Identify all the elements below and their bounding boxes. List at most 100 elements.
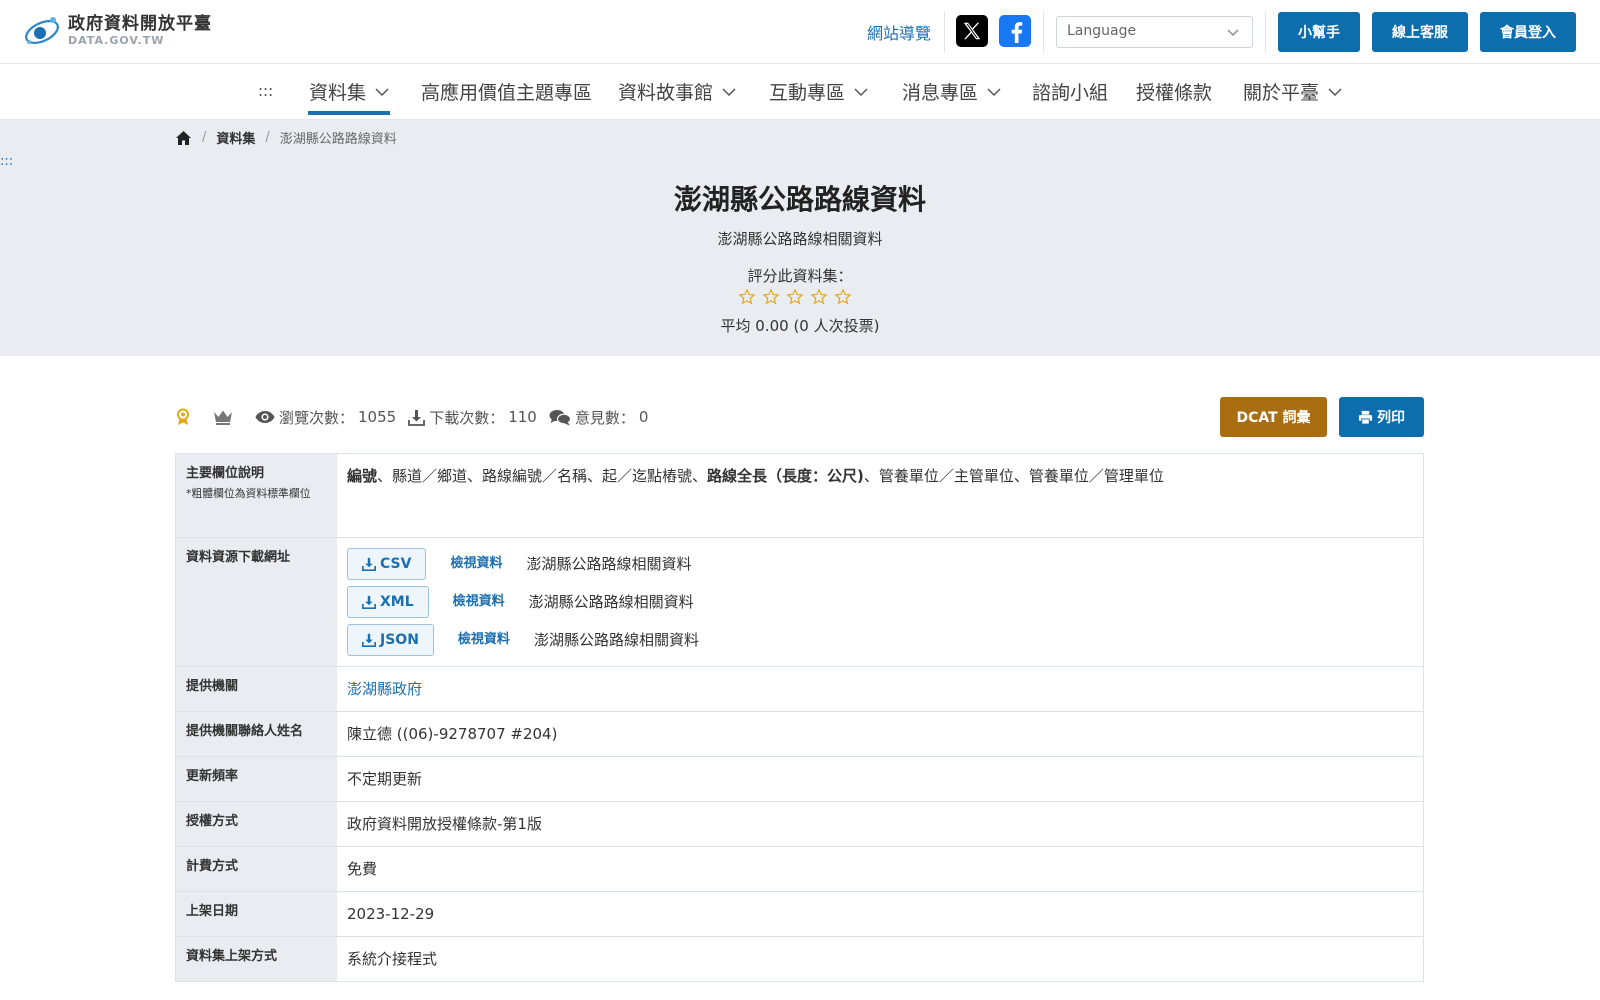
breadcrumb-current: 澎湖縣公路路線資料 xyxy=(279,132,397,147)
field-normal: 、管養單位／主管單位、管養單位／管理單位 xyxy=(863,467,1164,485)
star-icon[interactable] xyxy=(762,288,780,306)
x-twitter-icon[interactable] xyxy=(956,15,988,47)
logo-title: 政府資料開放平臺 xyxy=(68,14,212,34)
download-xml-button[interactable]: XML xyxy=(347,586,429,618)
nav-item-label: 消息專區 xyxy=(902,82,979,104)
print-label: 列印 xyxy=(1377,410,1405,426)
resource-description: 澎湖縣公路路線相關資料 xyxy=(528,593,694,611)
license-value: 政府資料開放授權條款-第1版 xyxy=(347,815,542,833)
nav-item-label: 資料集 xyxy=(309,82,367,104)
page-title: 澎湖縣公路路線資料 xyxy=(673,183,926,216)
view-data-link[interactable]: 檢視資料 xyxy=(458,628,510,652)
resource-item: CSV 檢視資料 澎湖縣公路路線相關資料 xyxy=(347,548,1413,580)
view-data-link[interactable]: 檢視資料 xyxy=(453,590,505,614)
comments-label: 意見數： xyxy=(574,408,635,427)
nav-item-about[interactable]: 關於平臺 xyxy=(1243,78,1343,105)
row-header: 上架日期 xyxy=(176,892,337,936)
nav-item-interactive[interactable]: 互動專區 xyxy=(769,78,869,105)
format-label: JSON xyxy=(380,632,419,648)
star-icon[interactable] xyxy=(738,288,756,306)
crown-icon xyxy=(213,409,237,425)
top-header: 政府資料開放平臺 DATA.GOV.TW 網站導覽 Language 小幫手 線… xyxy=(0,0,1600,64)
format-label: XML xyxy=(380,594,414,610)
breadcrumb-separator: / xyxy=(202,130,207,145)
nav-item-datasets[interactable]: 資料集 xyxy=(309,78,390,105)
download-icon xyxy=(408,409,426,426)
row-header: 計費方式 xyxy=(176,847,337,891)
nav-item-license[interactable]: 授權條款 xyxy=(1136,78,1212,105)
breadcrumb-datasets[interactable]: 資料集 xyxy=(216,128,255,147)
downloads-stat: 下載次數： 110 xyxy=(408,407,537,428)
star-icon[interactable] xyxy=(834,288,852,306)
main-fields-header: 主要欄位說明 xyxy=(186,466,265,481)
member-login-button[interactable]: 會員登入 xyxy=(1480,12,1576,52)
printer-icon xyxy=(1358,410,1373,425)
view-data-link[interactable]: 檢視資料 xyxy=(450,552,502,576)
divider xyxy=(1043,12,1044,52)
nav-item-label: 諮詢小組 xyxy=(1032,82,1109,104)
nav-item-label: 關於平臺 xyxy=(1243,82,1320,104)
resources-value: CSV 檢視資料 澎湖縣公路路線相關資料 XML 檢視資料 澎湖縣公路路線相關資… xyxy=(337,538,1423,666)
print-button[interactable]: 列印 xyxy=(1339,397,1424,437)
divider xyxy=(944,12,945,52)
download-json-button[interactable]: JSON xyxy=(347,624,434,656)
dataset-stats: 瀏覽次數： 1055 下載次數： 110 意見數： 0 xyxy=(175,406,660,428)
logo-mark-icon xyxy=(25,17,59,44)
chevron-down-icon xyxy=(1227,29,1239,36)
table-row: 授權方式 政府資料開放授權條款-第1版 xyxy=(176,802,1423,847)
row-header: 授權方式 xyxy=(176,802,337,846)
language-select[interactable]: Language xyxy=(1056,16,1253,48)
field-standard: 路線全長（長度：公尺) xyxy=(707,467,864,485)
breadcrumb: / 資料集 / 澎湖縣公路路線資料 xyxy=(175,128,397,147)
chevron-down-icon xyxy=(375,87,389,96)
star-icon[interactable] xyxy=(810,288,828,306)
table-row: 提供機關 澎湖縣政府 xyxy=(176,667,1423,712)
facebook-icon[interactable] xyxy=(999,15,1031,47)
row-header: 提供機關聯絡人姓名 xyxy=(176,712,337,756)
provider-agency-link[interactable]: 澎湖縣政府 xyxy=(347,680,422,698)
dataset-info-table: 主要欄位說明 *粗體欄位為資料標準欄位 編號、縣道／鄉道、路線編號／名稱、起／迄… xyxy=(175,453,1424,982)
resource-description: 澎湖縣公路路線相關資料 xyxy=(533,631,699,649)
chevron-down-icon xyxy=(1328,87,1342,96)
chevron-down-icon xyxy=(987,87,1001,96)
downloads-count: 110 xyxy=(508,408,537,426)
star-icon[interactable] xyxy=(786,288,804,306)
dcat-vocabulary-button[interactable]: DCAT 詞彙 xyxy=(1220,397,1327,437)
download-icon xyxy=(362,557,376,571)
row-header: 資料資源下載網址 xyxy=(176,538,337,666)
badge-icon xyxy=(175,408,195,426)
home-icon[interactable] xyxy=(175,130,192,146)
logo-subtitle: DATA.GOV.TW xyxy=(68,34,165,47)
comments-icon xyxy=(549,409,571,425)
update-frequency-value: 不定期更新 xyxy=(347,770,423,788)
comments-count: 0 xyxy=(638,408,649,426)
helper-button[interactable]: 小幫手 xyxy=(1278,12,1360,52)
nav-item-advisory[interactable]: 諮詢小組 xyxy=(1032,78,1108,105)
sitemap-link[interactable]: 網站導覽 xyxy=(867,20,931,44)
rating-label: 評分此資料集： xyxy=(747,267,853,285)
table-row: 上架日期 2023-12-29 xyxy=(176,892,1423,937)
views-count: 1055 xyxy=(358,408,397,426)
row-header: 主要欄位說明 *粗體欄位為資料標準欄位 xyxy=(176,454,337,537)
dataset-hero: / 資料集 / 澎湖縣公路路線資料 ::: 澎湖縣公路路線資料 澎湖縣公路路線相… xyxy=(0,120,1600,356)
download-icon xyxy=(362,633,376,647)
table-row: 更新頻率 不定期更新 xyxy=(176,757,1423,802)
online-support-button[interactable]: 線上客服 xyxy=(1372,12,1468,52)
content-accesskey[interactable]: ::: xyxy=(0,154,13,169)
nav-accesskey[interactable]: ::: xyxy=(258,82,273,100)
nav-item-news[interactable]: 消息專區 xyxy=(902,78,1002,105)
main-fields-note: *粗體欄位為資料標準欄位 xyxy=(186,487,311,500)
table-row: 提供機關聯絡人姓名 陳立德 ((06)-9278707 #204) xyxy=(176,712,1423,757)
field-normal: 、縣道／鄉道、路線編號／名稱、起／迄點樁號、 xyxy=(377,467,708,485)
nav-item-label: 高應用價值主題專區 xyxy=(421,82,593,104)
row-header: 提供機關 xyxy=(176,667,337,711)
site-logo[interactable]: 政府資料開放平臺 DATA.GOV.TW xyxy=(22,12,212,50)
resource-item: JSON 檢視資料 澎湖縣公路路線相關資料 xyxy=(347,624,1413,656)
row-header: 資料集上架方式 xyxy=(176,937,337,981)
divider xyxy=(1265,12,1266,52)
views-stat: 瀏覽次數： 1055 xyxy=(255,407,396,428)
nav-item-data-stories[interactable]: 資料故事館 xyxy=(618,78,737,105)
nav-item-high-value[interactable]: 高應用價值主題專區 xyxy=(421,78,592,105)
language-select-value: Language xyxy=(1067,23,1137,39)
download-csv-button[interactable]: CSV xyxy=(347,548,427,580)
